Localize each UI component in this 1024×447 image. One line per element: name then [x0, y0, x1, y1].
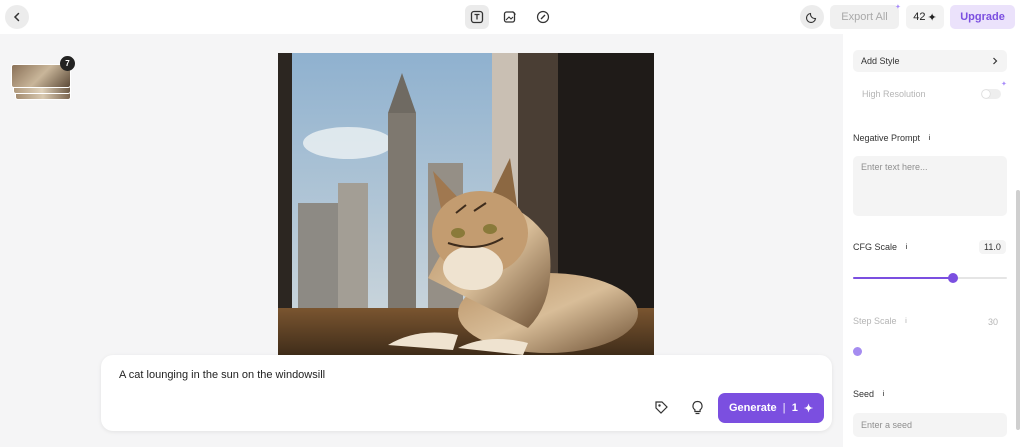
- credits-counter[interactable]: 42 ✦: [906, 5, 944, 29]
- tag-icon: [654, 400, 668, 414]
- top-bar: Export All ✦ 42 ✦ Upgrade: [0, 0, 1024, 34]
- cfg-scale-slider-fill: [853, 277, 953, 279]
- sparkle-icon: ✦: [895, 4, 901, 11]
- info-icon[interactable]: i: [879, 390, 888, 399]
- negative-prompt-heading: Negative Prompt i: [853, 133, 934, 143]
- prompt-input-area[interactable]: A cat lounging in the sun on the windows…: [101, 355, 832, 431]
- back-button[interactable]: [5, 5, 29, 29]
- cfg-scale-slider[interactable]: [853, 273, 1007, 283]
- info-icon[interactable]: i: [902, 317, 911, 326]
- prompt-text[interactable]: A cat lounging in the sun on the windows…: [119, 369, 325, 381]
- upgrade-button[interactable]: Upgrade: [950, 5, 1015, 29]
- add-style-button[interactable]: Add Style: [853, 50, 1007, 72]
- settings-panel: Add Style ✦ High Resolution Negative Pro…: [843, 34, 1024, 447]
- sparkle-icon: ✦: [1001, 81, 1007, 88]
- info-icon[interactable]: i: [925, 134, 934, 143]
- generate-label: Generate: [728, 402, 777, 414]
- sparkle-icon: ✦: [803, 402, 814, 415]
- lightbulb-icon: [691, 400, 703, 414]
- high-resolution-label: High Resolution: [862, 89, 926, 99]
- dark-mode-toggle[interactable]: [800, 5, 824, 29]
- add-style-label: Add Style: [861, 56, 900, 66]
- negative-prompt-label: Negative Prompt: [853, 133, 921, 143]
- generate-button[interactable]: Generate | 1 ✦: [718, 393, 824, 423]
- seed-input[interactable]: Enter a seed: [853, 413, 1007, 437]
- seed-label: Seed: [853, 389, 875, 399]
- image-count-badge: 7: [60, 56, 75, 71]
- generate-cost: 1: [791, 402, 798, 414]
- sparkle-icon: ✦: [927, 11, 937, 24]
- moon-icon: [806, 12, 817, 23]
- credits-value: 42: [913, 11, 926, 23]
- sketch-tool[interactable]: [531, 5, 555, 29]
- brush-icon: [536, 10, 550, 24]
- cfg-scale-slider-thumb[interactable]: [948, 273, 958, 283]
- seed-heading: Seed i: [853, 389, 888, 399]
- text-box-icon: [470, 10, 484, 24]
- cfg-scale-label: CFG Scale: [853, 242, 898, 252]
- style-tag-button[interactable]: [652, 398, 670, 416]
- prompt-ideas-button[interactable]: [688, 398, 706, 416]
- high-resolution-toggle[interactable]: [981, 89, 1001, 99]
- chevron-left-icon: [13, 12, 20, 22]
- text-to-image-tool[interactable]: [465, 5, 489, 29]
- negative-prompt-input[interactable]: Enter text here...: [853, 156, 1007, 216]
- step-scale-value: 30: [988, 317, 999, 327]
- settings-scrollbar[interactable]: [1016, 190, 1020, 430]
- image-to-image-tool[interactable]: [498, 5, 522, 29]
- chevron-right-icon: [993, 57, 998, 65]
- cfg-scale-heading: CFG Scale i: [853, 242, 911, 252]
- image-edit-icon: [503, 11, 516, 23]
- step-scale-heading: Step Scale i: [853, 316, 911, 326]
- step-scale-label: Step Scale: [853, 316, 897, 326]
- export-all-button[interactable]: Export All: [830, 5, 899, 29]
- step-scale-slider-thumb[interactable]: [853, 347, 862, 356]
- cfg-scale-value[interactable]: 11.0: [979, 240, 1006, 254]
- info-icon[interactable]: i: [902, 243, 911, 252]
- generated-image: [278, 53, 654, 358]
